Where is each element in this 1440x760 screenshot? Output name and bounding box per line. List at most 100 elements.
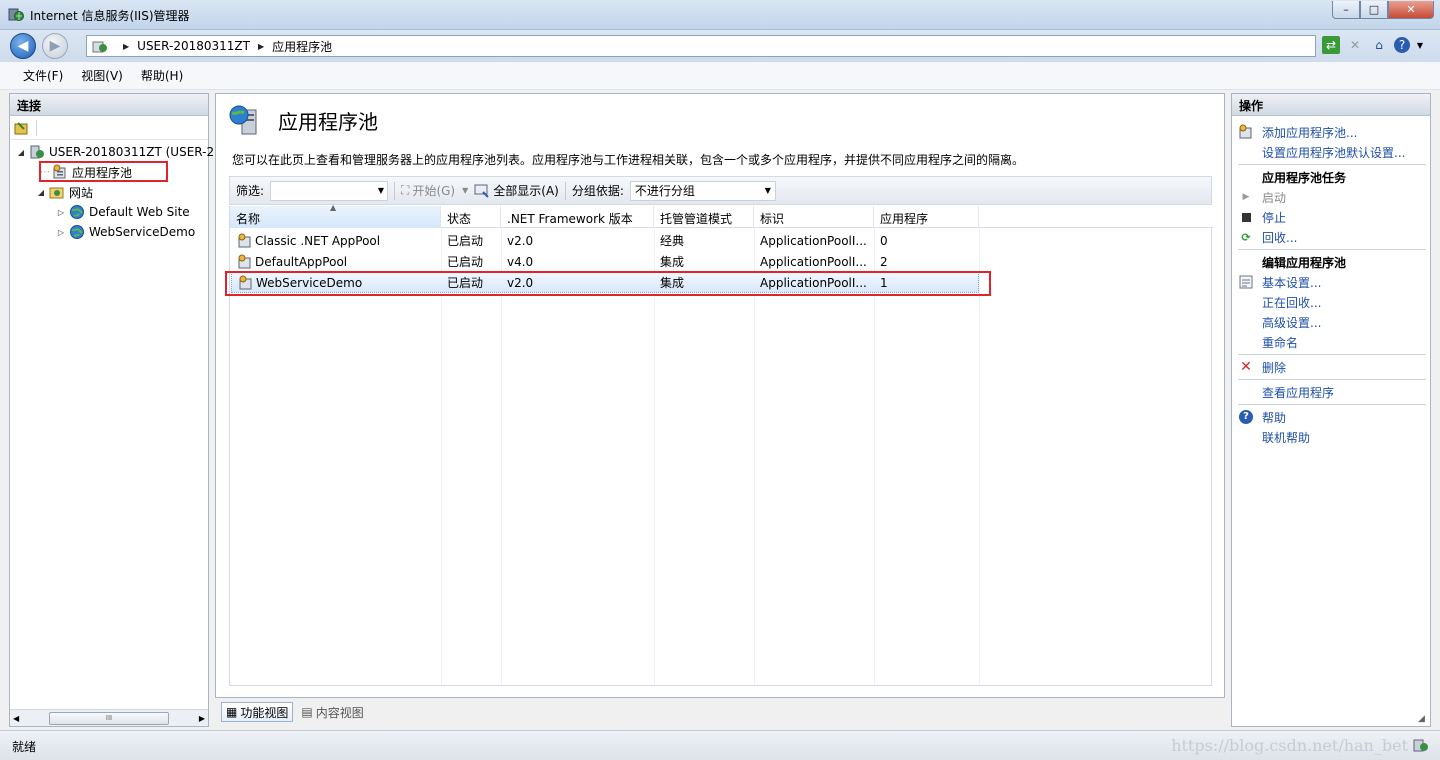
forward-button[interactable]: ▶	[42, 33, 68, 59]
filter-label: 筛选:	[236, 184, 265, 198]
table-row-selected[interactable]: WebServiceDemo 已启动 v2.0 集成 ApplicationPo…	[231, 272, 979, 293]
action-view-applications[interactable]: 查看应用程序	[1262, 383, 1334, 401]
action-advanced-settings[interactable]: 高级设置...	[1262, 313, 1321, 331]
tree-node-webservicedemo[interactable]: ▷ WebServiceDemo	[56, 222, 195, 242]
action-add-app-pool[interactable]: 添加应用程序池...	[1238, 123, 1357, 141]
column-header-name[interactable]: ▲ 名称	[230, 203, 441, 228]
column-header-pipeline[interactable]: 托管管道模式	[654, 206, 754, 228]
breadcrumb-server[interactable]: USER-20180311ZT	[137, 39, 250, 53]
address-row: ◀ ▶ ▶ USER-20180311ZT ▶ 应用程序池 ⇄ ✕ ⌂ ? ▼	[0, 30, 1440, 62]
minimize-button[interactable]: –	[1332, 1, 1360, 19]
group-by-select[interactable]: 不进行分组 ▼	[629, 180, 776, 201]
cell-status: 已启动	[447, 276, 484, 290]
tab-content-view[interactable]: ▤ 内容视图	[297, 702, 367, 722]
breadcrumb-app-pools[interactable]: 应用程序池	[272, 38, 332, 55]
menu-file[interactable]: 文件(F)	[14, 67, 72, 84]
help-icon: ?	[1238, 409, 1254, 425]
stop-loading-icon[interactable]: ✕	[1346, 36, 1364, 54]
action-label: 帮助	[1262, 410, 1287, 425]
action-start[interactable]: ▶ 启动	[1238, 188, 1286, 206]
app-pools-grid: ▲ 名称 状态 .NET Framework 版本 托管管道模式 标识 应用程序…	[229, 203, 1213, 686]
tree-node-app-pools[interactable]: ⋯ 应用程序池	[40, 162, 132, 182]
cell-pipeline: 经典	[660, 234, 685, 248]
address-bar[interactable]: ▶ USER-20180311ZT ▶ 应用程序池	[86, 35, 1316, 57]
chevron-down-icon[interactable]: ▼	[1416, 36, 1424, 54]
action-set-defaults[interactable]: 设置应用程序池默认设置...	[1262, 143, 1405, 161]
binoculars-icon: ⛶	[401, 183, 410, 197]
filter-input[interactable]: ▼	[270, 180, 389, 201]
address-tools: ⇄ ✕ ⌂ ? ▼	[1322, 36, 1424, 54]
tree-node-default-web-site[interactable]: ▷ Default Web Site	[56, 202, 190, 222]
app-pools-page: 应用程序池 您可以在此页上查看和管理服务器上的应用程序池列表。应用程序池与工作进…	[215, 93, 1225, 698]
refresh-icon[interactable]: ⇄	[1322, 36, 1340, 54]
window-controls: – □ ✕	[1332, 1, 1434, 19]
table-row[interactable]: DefaultAppPool 已启动 v4.0 集成 ApplicationPo…	[231, 251, 978, 272]
sort-ascending-icon: ▲	[330, 203, 337, 212]
toolbar-divider	[394, 181, 396, 200]
connections-hscrollbar[interactable]: ◀ III ▶	[10, 709, 208, 726]
action-online-help[interactable]: 联机帮助	[1262, 428, 1310, 446]
back-button[interactable]: ◀	[10, 33, 36, 59]
content-view-icon: ▤	[301, 705, 313, 719]
globe-icon	[70, 205, 84, 219]
scroll-right-icon[interactable]: ▶	[199, 714, 205, 723]
action-label: 联机帮助	[1262, 430, 1311, 445]
close-button[interactable]: ✕	[1388, 1, 1434, 19]
tree-node-server[interactable]: ◢ USER-20180311ZT (USER-2	[16, 142, 214, 162]
column-header-identity[interactable]: 标识	[754, 206, 874, 228]
breadcrumb-separator-icon: ▶	[257, 41, 265, 51]
menu-help[interactable]: 帮助(H)	[132, 67, 192, 84]
table-row[interactable]: Classic .NET AppPool 已启动 v2.0 经典 Applica…	[231, 230, 978, 251]
menu-view[interactable]: 视图(V)	[72, 67, 132, 84]
cell-status: 已启动	[447, 234, 484, 248]
sites-folder-icon	[49, 187, 64, 199]
app-pool-icon	[238, 254, 251, 268]
breadcrumb-separator-icon: ▶	[123, 41, 130, 51]
action-stop[interactable]: 停止	[1238, 208, 1286, 226]
home-icon[interactable]: ⌂	[1370, 36, 1388, 54]
column-header-framework[interactable]: .NET Framework 版本	[501, 206, 654, 228]
expand-icon[interactable]: ▷	[56, 228, 66, 237]
connection-status-icon	[1413, 739, 1428, 752]
action-delete[interactable]: ✕ 删除	[1238, 358, 1286, 376]
help-dropdown-icon[interactable]: ?	[1394, 37, 1410, 53]
page-title: 应用程序池	[278, 110, 378, 134]
actions-divider	[1238, 249, 1426, 250]
action-label: 基本设置...	[1262, 275, 1322, 290]
cell-identity: ApplicationPoolI...	[760, 275, 867, 290]
maximize-button[interactable]: □	[1360, 1, 1388, 19]
connect-icon[interactable]	[14, 120, 30, 136]
action-recycle[interactable]: ⟳ 回收...	[1238, 228, 1297, 246]
action-help[interactable]: ? 帮助	[1238, 408, 1286, 426]
pool-name: DefaultAppPool	[255, 254, 348, 269]
cell-pipeline: 集成	[660, 276, 685, 290]
status-text: 就绪	[12, 740, 37, 754]
tree-node-sites[interactable]: ◢ 网站	[36, 182, 93, 202]
scroll-thumb[interactable]: III	[49, 711, 169, 725]
expand-icon[interactable]: ◢	[16, 148, 26, 157]
tab-label: 内容视图	[315, 705, 364, 720]
go-button[interactable]: ⛶ 开始(G) ▼	[401, 182, 468, 199]
connections-header: 连接	[10, 94, 208, 116]
resize-grip-icon[interactable]: ◢	[1418, 714, 1428, 724]
grid-header: ▲ 名称 状态 .NET Framework 版本 托管管道模式 标识 应用程序	[230, 203, 1213, 228]
tab-features-view[interactable]: ▦ 功能视图	[221, 702, 294, 722]
section-edit-pool: 编辑应用程序池	[1262, 253, 1346, 271]
chevron-down-icon[interactable]: ▼	[378, 186, 384, 195]
column-divider	[979, 228, 980, 685]
expand-icon[interactable]: ◢	[36, 188, 46, 197]
action-label: 设置应用程序池默认设置...	[1262, 145, 1406, 160]
column-header-applications[interactable]: 应用程序	[874, 206, 979, 228]
app-pool-icon	[238, 233, 251, 247]
cell-pipeline: 集成	[660, 255, 685, 269]
column-header-status[interactable]: 状态	[441, 206, 501, 228]
tree-node-label: USER-20180311ZT (USER-2	[49, 145, 215, 159]
scroll-left-icon[interactable]: ◀	[13, 714, 19, 723]
show-all-icon	[474, 184, 489, 198]
action-rename[interactable]: 重命名	[1262, 333, 1298, 351]
expand-icon[interactable]: ▷	[56, 208, 66, 217]
action-basic-settings[interactable]: 基本设置...	[1238, 273, 1321, 291]
show-all-button[interactable]: 全部显示(A)	[474, 182, 559, 199]
stop-icon	[1238, 209, 1254, 225]
action-recycling[interactable]: 正在回收...	[1262, 293, 1321, 311]
